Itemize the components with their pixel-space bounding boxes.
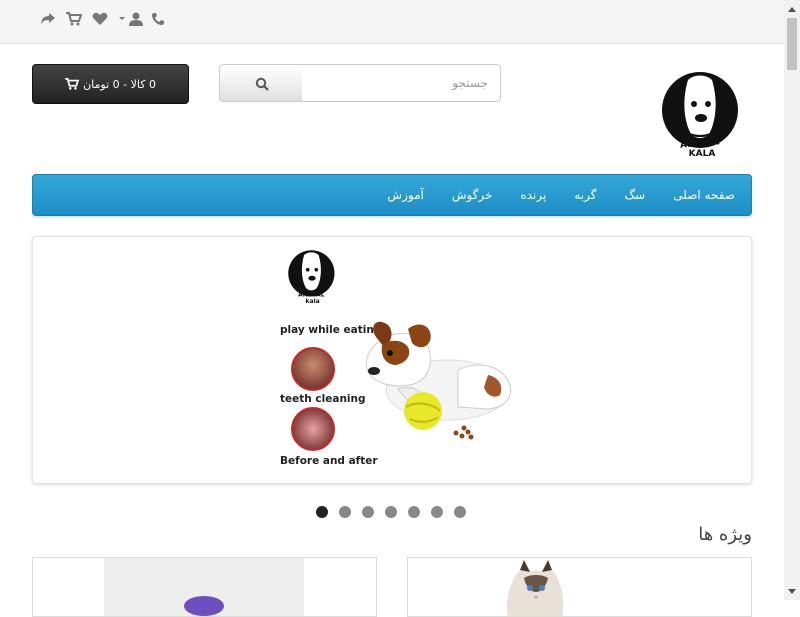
main-menu: صفحه اصلی سگ گربه پرنده خرگوش آموزش <box>32 174 752 216</box>
menu-item-bird[interactable]: پرنده <box>506 175 560 215</box>
featured-section-title: ویژه ها <box>698 524 752 545</box>
menu-item-dog[interactable]: سگ <box>610 175 659 215</box>
carousel-dots <box>314 506 474 520</box>
product-card[interactable] <box>32 557 377 617</box>
user-icon <box>119 12 143 26</box>
site-logo[interactable]: ANIMAL KALA <box>660 70 742 162</box>
menu-item-cat[interactable]: گربه <box>560 175 610 215</box>
menu-item-training[interactable]: آموزش <box>373 175 437 215</box>
before-after-photo-circle <box>291 407 335 451</box>
heart-icon[interactable] <box>92 11 108 30</box>
vertical-scrollbar[interactable] <box>784 0 800 600</box>
user-dropdown[interactable] <box>118 11 144 30</box>
dog-with-ball-image <box>365 321 512 440</box>
search-icon <box>255 77 269 91</box>
cart-button[interactable]: 0 کالا - 0 تومان <box>32 64 189 104</box>
scroll-thumb[interactable] <box>787 18 797 70</box>
cart-icon <box>65 78 80 90</box>
cat-product-image[interactable] <box>494 558 574 617</box>
carousel-dot[interactable] <box>339 506 351 518</box>
search-input[interactable] <box>302 64 501 102</box>
cart-label: 0 کالا - 0 تومان <box>83 77 156 91</box>
search-bar <box>219 64 501 102</box>
share-icon[interactable] <box>40 11 56 30</box>
phone-icon[interactable] <box>151 11 165 30</box>
carousel-dot[interactable] <box>454 506 466 518</box>
banner-label-before-after: Before and after <box>280 455 378 467</box>
banner-slide[interactable]: ANIMAL kala play while eating teeth clea… <box>32 236 752 484</box>
cart-icon[interactable] <box>66 11 83 30</box>
carousel-dot[interactable] <box>408 506 420 518</box>
search-button[interactable] <box>219 64 303 102</box>
scroll-up-arrow[interactable] <box>784 0 800 17</box>
svg-text:ANIMAL: ANIMAL <box>298 291 325 298</box>
banner-logo: ANIMAL kala <box>286 249 338 305</box>
carousel-dot[interactable] <box>431 506 443 518</box>
svg-text:kala: kala <box>305 298 319 305</box>
menu-item-rabbit[interactable]: خرگوش <box>438 175 507 215</box>
svg-text:KALA: KALA <box>689 149 716 159</box>
product-card[interactable] <box>407 557 752 617</box>
top-utility-bar <box>0 0 784 44</box>
carousel-dot[interactable] <box>316 506 328 518</box>
teeth-photo-circle <box>291 347 335 391</box>
menu-item-home[interactable]: صفحه اصلی <box>659 175 749 215</box>
carousel-dot[interactable] <box>385 506 397 518</box>
scroll-down-arrow[interactable] <box>784 583 800 600</box>
product-image[interactable] <box>104 558 304 616</box>
product-image-detail <box>184 596 224 616</box>
carousel-dot[interactable] <box>362 506 374 518</box>
